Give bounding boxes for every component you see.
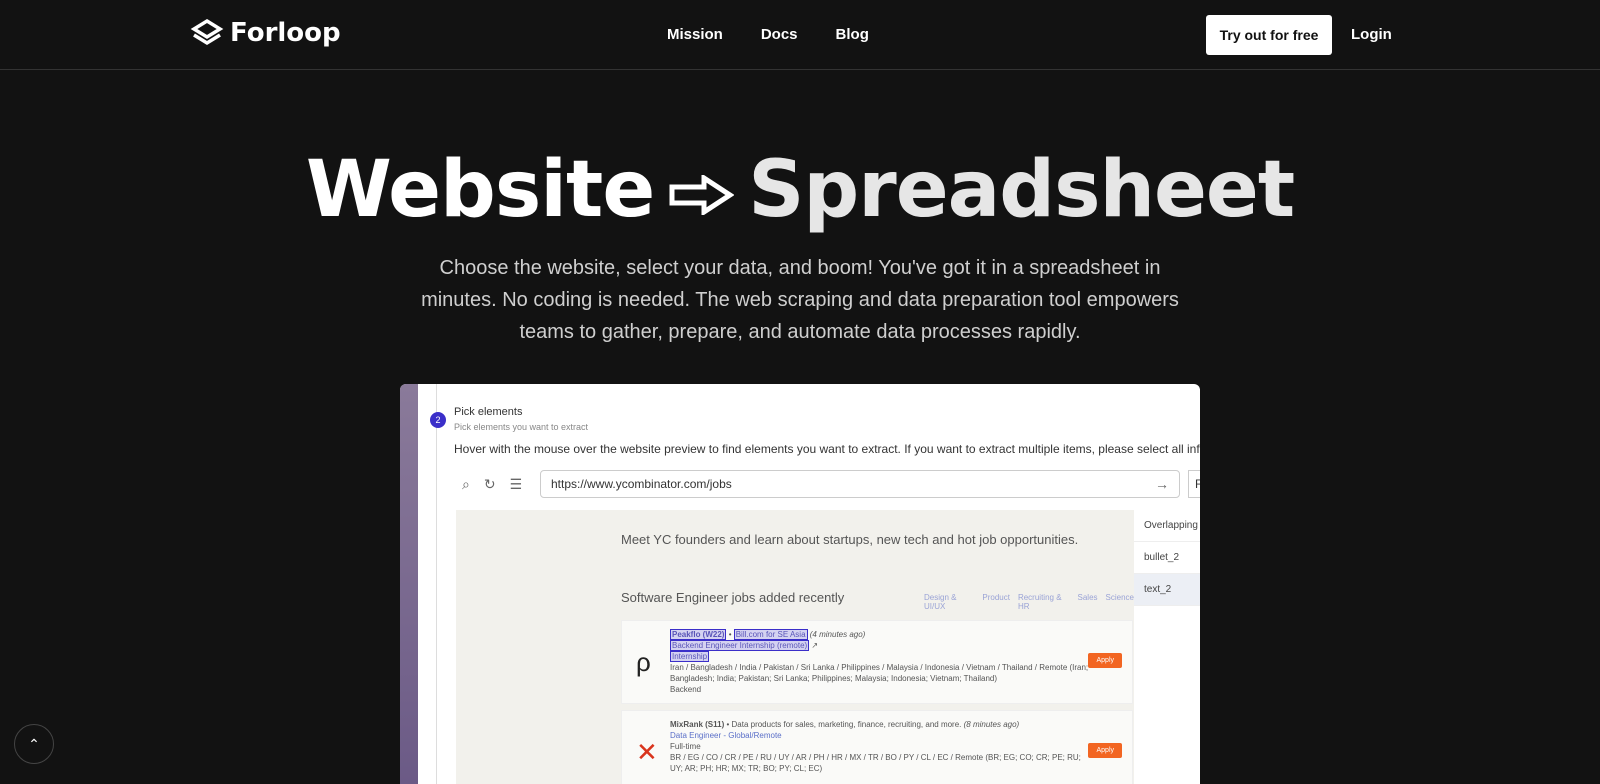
chevron-up-icon: ⌃ [28, 735, 40, 752]
step-badge: 2 [430, 412, 446, 428]
company-desc[interactable]: Bill.com for SE Asia [733, 629, 808, 640]
instructions: Hover with the mouse over the website pr… [454, 442, 1200, 456]
apply-button[interactable]: Apply [1088, 743, 1122, 758]
url-value: https://www.ycombinator.com/jobs [551, 477, 732, 491]
inspect-icon[interactable]: ⌕ [462, 476, 470, 493]
company-logo: ✕ [636, 737, 658, 767]
category-link[interactable]: Design & UI/UX [924, 593, 974, 611]
nav-docs[interactable]: Docs [761, 26, 798, 43]
top-nav: Forloop Mission Docs Blog Try out for fr… [0, 0, 1600, 70]
step-subtitle: Pick elements you want to extract [454, 422, 589, 432]
hero-subtitle: Choose the website, select your data, an… [421, 257, 1179, 343]
arrow-right-icon [669, 172, 735, 217]
apply-button[interactable]: Apply [1088, 653, 1122, 668]
overlap-item[interactable]: bullet_2 [1134, 542, 1200, 574]
job-card[interactable]: ✕ MixRank (S11) • Data products for sale… [621, 710, 1133, 784]
go-arrow-icon[interactable]: → [1155, 476, 1169, 492]
job-title[interactable]: Backend Engineer Internship (remote) [670, 640, 810, 651]
refresh-icon[interactable]: ↻ [484, 476, 496, 493]
job-type[interactable]: Internship [670, 651, 710, 662]
app-screenshot: 2 Pick elements Pick elements you want t… [400, 384, 1200, 784]
try-free-button[interactable]: Try out for free [1206, 15, 1332, 55]
job-age: (8 minutes ago) [963, 720, 1020, 729]
category-link[interactable]: Product [982, 593, 1010, 611]
preview-section-title: Software Engineer jobs added recently [621, 590, 845, 605]
url-input[interactable]: https://www.ycombinator.com/jobs → [540, 470, 1180, 498]
overlapping-panel: Overlapping bullet_2 text_2 [1134, 510, 1200, 784]
brand-logo[interactable]: Forloop [190, 18, 341, 48]
job-age: (4 minutes ago) [809, 630, 866, 639]
title-right: Spreadsheet [748, 145, 1295, 235]
hero-title: Website Spreadsheet [0, 145, 1600, 235]
company-name[interactable]: Peakflo (W22) [670, 629, 727, 640]
category-link[interactable]: Sales [1078, 593, 1098, 611]
category-link[interactable]: Recruiting & HR [1018, 593, 1070, 611]
category-link[interactable]: Science [1106, 593, 1134, 611]
nav-mission[interactable]: Mission [667, 26, 723, 43]
filter-field[interactable]: Filt [1188, 470, 1200, 498]
job-dept: Backend [670, 685, 702, 694]
nav-blog[interactable]: Blog [836, 26, 869, 43]
preview-intro: Meet YC founders and learn about startup… [621, 532, 1079, 547]
job-location: BR / EG / CO / CR / PE / RU / UY / AR / … [670, 753, 1081, 773]
scroll-to-top-button[interactable]: ⌃ [14, 724, 54, 764]
sidebar-strip [400, 384, 418, 784]
settings-sliders-icon[interactable]: ☰ [510, 476, 523, 493]
job-location: Iran / Bangladesh / India / Pakistan / S… [670, 663, 1089, 683]
title-left: Website [305, 145, 655, 235]
overlap-item[interactable]: text_2 [1134, 574, 1200, 606]
forloop-logo-icon [190, 18, 224, 46]
step-title: Pick elements [454, 406, 523, 418]
company-desc: Data products for sales, marketing, fina… [731, 720, 962, 729]
website-preview[interactable]: Meet YC founders and learn about startup… [456, 510, 1134, 784]
login-link[interactable]: Login [1351, 26, 1392, 43]
job-type: Full-time [670, 742, 701, 751]
company-name[interactable]: MixRank (S11) [670, 720, 724, 729]
job-card[interactable]: ρ Peakflo (W22) • Bill.com for SE Asia (… [621, 620, 1133, 704]
brand-name: Forloop [230, 18, 341, 48]
step-line [436, 384, 437, 784]
job-title[interactable]: Data Engineer - Global/Remote [670, 731, 782, 740]
company-logo: ρ [636, 647, 651, 677]
overlapping-title: Overlapping [1134, 510, 1200, 542]
